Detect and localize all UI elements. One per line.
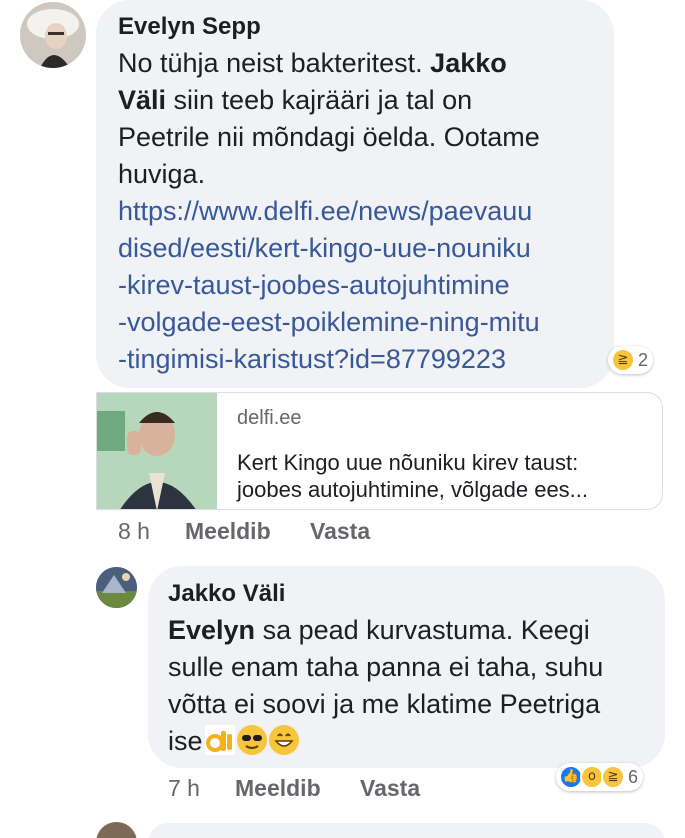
like-label: Meeldib	[185, 518, 271, 544]
reaction-summary[interactable]: 👍 o ≧ 6	[556, 763, 644, 791]
laugh-emoji-icon: ≧	[611, 348, 635, 372]
avatar-jakko[interactable]	[96, 567, 137, 608]
reply-label: Vasta	[360, 775, 421, 801]
preview-title-line: Kert Kingo uue nõuniku kirev taust:	[237, 450, 579, 475]
reply-button[interactable]: Vasta	[310, 518, 370, 545]
reaction-count: 6	[628, 766, 639, 787]
comment-bubble-next	[148, 823, 665, 838]
preview-thumbnail	[97, 393, 217, 509]
like-button[interactable]: Meeldib	[185, 518, 271, 545]
like-button[interactable]: Meeldib	[235, 775, 321, 802]
comment-text-line: No tühja neist bakteritest. Jakko	[118, 45, 507, 82]
comment-author[interactable]: Evelyn Sepp	[118, 13, 261, 41]
laugh-emoji-icon: ≧	[601, 765, 625, 789]
comment-text-line: Väli siin teeb kajrääri ja tal on	[118, 82, 472, 119]
reaction-summary[interactable]: ≧ 2	[608, 346, 654, 374]
comment-text-line: sulle enam taha panna ei taha, suhu	[168, 652, 604, 682]
comment-text-line: ise	[168, 723, 299, 760]
url-link-line[interactable]: -tingimisi-karistust?id=87799223	[118, 341, 506, 378]
reply-button[interactable]: Vasta	[360, 775, 420, 802]
like-label: Meeldib	[235, 775, 321, 801]
ok-hand-emoji-icon	[204, 725, 235, 755]
preview-domain: delfi.ee	[237, 407, 302, 429]
url-link-line[interactable]: dised/eesti/kert-kingo-uue-nouniku	[118, 230, 531, 267]
url-link-line[interactable]: https://www.delfi.ee/news/paevauu	[118, 193, 532, 230]
url-link-line[interactable]: -kirev-taust-joobes-autojuhtimine	[118, 267, 510, 304]
comment-time[interactable]: 8 h	[118, 518, 150, 545]
url-link-line[interactable]: -volgade-eest-poiklemine-ning-mitu	[118, 304, 540, 341]
avatar-next-comment[interactable]	[96, 822, 137, 838]
comment-text-line: Peetrile nii mõndagi öelda. Ootame	[118, 122, 540, 152]
comment-text-line: huviga.	[118, 159, 206, 189]
comment-text-line: võtta ei soovi ja me klatime Peetriga	[168, 689, 601, 719]
reaction-count: 2	[638, 349, 649, 370]
comment-text: No tühja neist bakteritest.	[118, 48, 431, 78]
comment-time[interactable]: 7 h	[168, 775, 200, 802]
preview-title-line: joobes autojuhtimine, võlgade ees...	[237, 477, 589, 502]
comment-text: sa pead kurvastuma. Keegi	[255, 615, 590, 645]
link-preview-card[interactable]: delfi.ee Kert Kingo uue nõuniku kirev ta…	[96, 392, 663, 510]
mention-link[interactable]: Väli	[118, 85, 166, 115]
mention-link[interactable]: Jakko	[430, 48, 507, 78]
comment-text: siin teeb kajrääri ja tal on	[166, 85, 473, 115]
comment-text: ise	[168, 726, 203, 756]
reply-label: Vasta	[310, 518, 371, 544]
sunglasses-emoji-icon	[236, 725, 267, 755]
avatar-evelyn[interactable]	[20, 2, 86, 68]
comment-text-line: Evelyn sa pead kurvastuma. Keegi	[168, 612, 590, 649]
mention-link[interactable]: Evelyn	[168, 615, 255, 645]
comment-author[interactable]: Jakko Väli	[168, 580, 285, 608]
preview-title: Kert Kingo uue nõuniku kirev taust: joob…	[237, 449, 647, 503]
grin-emoji-icon	[268, 725, 299, 755]
